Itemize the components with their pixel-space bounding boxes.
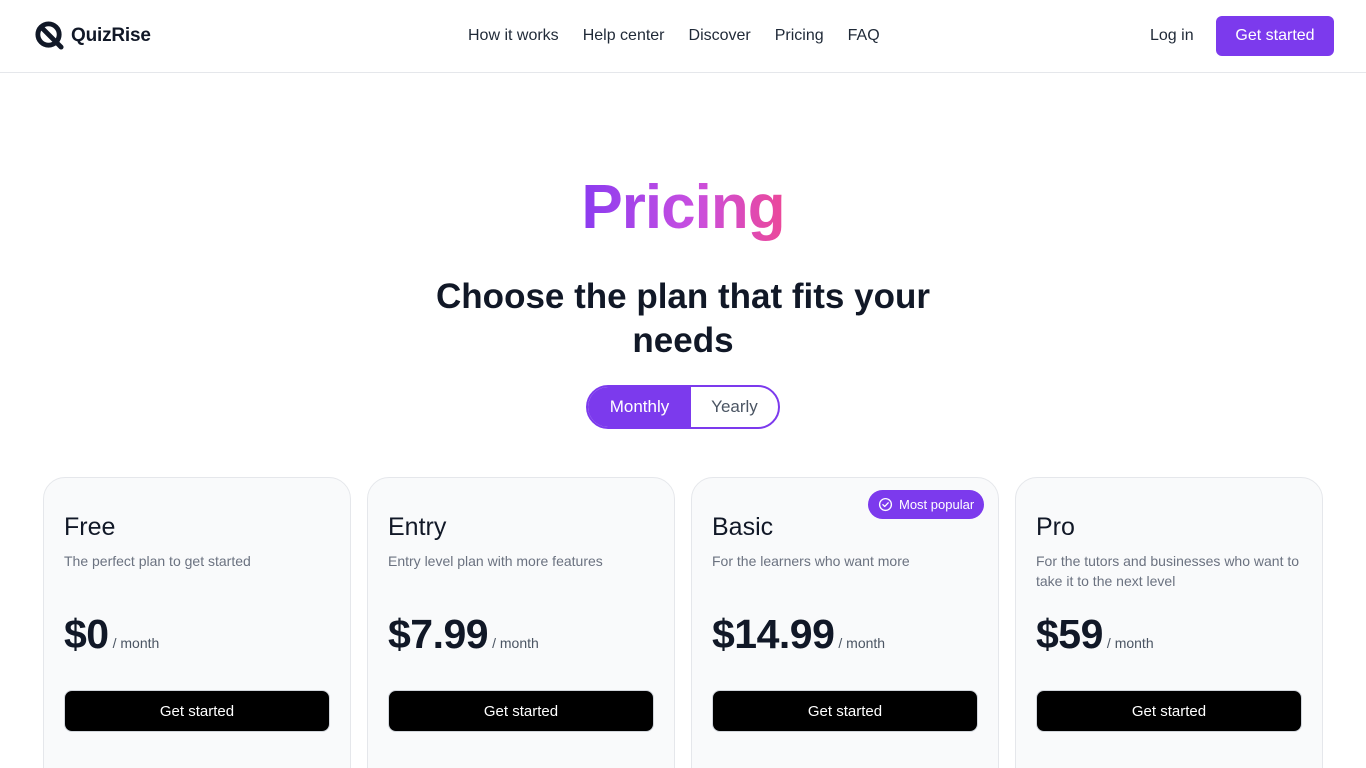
most-popular-badge: Most popular — [868, 490, 985, 519]
brand-name: QuizRise — [71, 24, 151, 46]
plan-description: For the learners who want more — [712, 553, 910, 569]
plan-card-entry: Entry Entry level plan with more feature… — [367, 477, 675, 768]
nav-link-how-it-works[interactable]: How it works — [468, 26, 559, 46]
plan-period: / month — [838, 635, 886, 651]
plan-name: Pro — [1036, 513, 1075, 541]
page-subtitle: Choose the plan that fits your needs — [436, 277, 930, 360]
plan-price-row: $0 / month — [64, 608, 159, 660]
plan-card-pro: Pro For the tutors and businesses who wa… — [1015, 477, 1323, 768]
plan-price: $7.99 — [388, 611, 489, 657]
nav-link-pricing[interactable]: Pricing — [775, 26, 824, 46]
billing-period-toggle: Monthly Yearly — [586, 385, 780, 429]
plan-card-basic: Most popular Basic For the learners who … — [691, 477, 999, 768]
brand-logo-link[interactable]: QuizRise — [34, 20, 151, 51]
plan-price-row: $14.99 / month — [712, 608, 885, 660]
plan-price-row: $59 / month — [1036, 608, 1154, 660]
check-circle-icon — [878, 497, 893, 512]
billing-option-yearly[interactable]: Yearly — [691, 387, 778, 427]
plan-description: The perfect plan to get started — [64, 553, 251, 569]
plan-description: For the tutors and businesses who want t… — [1036, 553, 1300, 589]
main-nav: How it works Help center Discover Pricin… — [468, 26, 880, 46]
nav-link-help-center[interactable]: Help center — [583, 26, 665, 46]
nav-link-faq[interactable]: FAQ — [848, 26, 880, 46]
plan-name: Free — [64, 513, 116, 541]
page-title: Pricing — [0, 168, 1366, 248]
page-title-text: Pricing — [581, 173, 785, 242]
header-get-started-button[interactable]: Get started — [1216, 16, 1334, 56]
plan-name: Basic — [712, 513, 774, 541]
plan-name: Entry — [388, 513, 447, 541]
plan-get-started-button[interactable]: Get started — [1036, 690, 1302, 732]
plan-card-free: Free The perfect plan to get started $0 … — [43, 477, 351, 768]
plan-price: $14.99 — [712, 611, 835, 657]
plan-period: / month — [112, 635, 160, 651]
quizrise-logo-icon — [34, 20, 65, 51]
plan-period: / month — [492, 635, 539, 651]
billing-option-monthly[interactable]: Monthly — [588, 387, 691, 427]
plan-price-row: $7.99 / month — [388, 608, 539, 660]
plan-get-started-button[interactable]: Get started — [712, 690, 978, 732]
plan-get-started-button[interactable]: Get started — [388, 690, 654, 732]
plan-price: $59 — [1036, 611, 1103, 657]
login-link[interactable]: Log in — [1150, 26, 1194, 46]
plan-description: Entry level plan with more features — [388, 553, 603, 569]
nav-link-discover[interactable]: Discover — [689, 26, 751, 46]
plan-get-started-button[interactable]: Get started — [64, 690, 330, 732]
plan-period: / month — [1106, 635, 1154, 651]
plan-price: $0 — [64, 611, 109, 657]
badge-label: Most popular — [899, 497, 975, 512]
top-navigation-bar: QuizRise How it works Help center Discov… — [0, 0, 1366, 73]
